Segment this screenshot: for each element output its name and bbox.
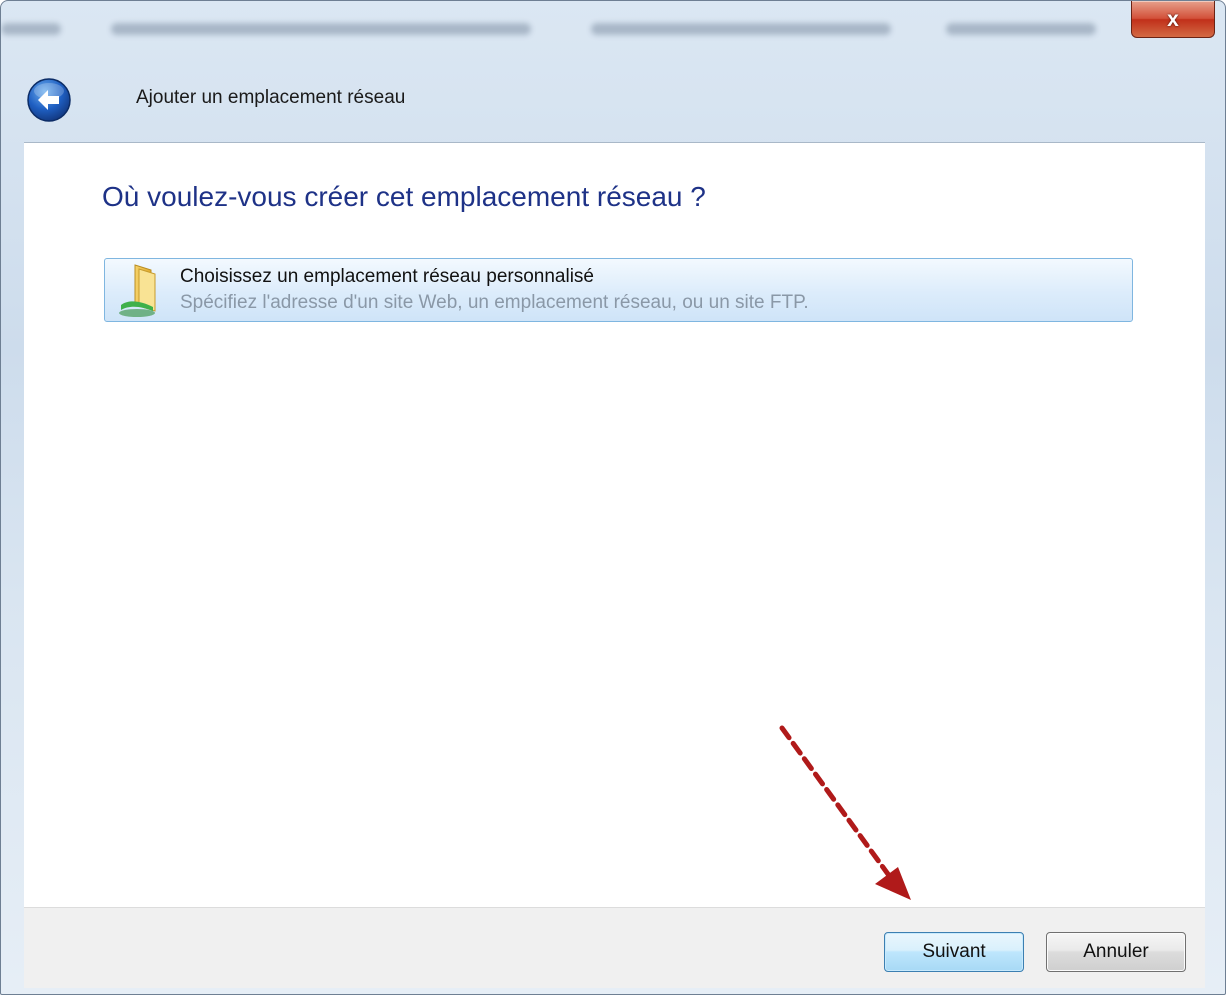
network-folder-icon <box>107 261 167 321</box>
option-description: Spécifiez l'adresse d'un site Web, un em… <box>180 292 809 313</box>
next-button[interactable]: Suivant <box>884 932 1024 972</box>
close-icon: x <box>1167 7 1179 31</box>
content-area: Où voulez-vous créer cet emplacement rés… <box>24 142 1205 908</box>
close-button[interactable]: x <box>1131 1 1215 38</box>
dialog-window: x Ajouter un emplacement réseau Où voule… <box>0 0 1226 995</box>
cancel-button[interactable]: Annuler <box>1046 932 1186 972</box>
back-arrow-icon <box>27 78 71 122</box>
dialog-footer: Suivant Annuler <box>24 907 1205 988</box>
back-button[interactable] <box>26 77 72 123</box>
custom-network-location-option[interactable]: Choisissez un emplacement réseau personn… <box>104 258 1133 322</box>
window-title: Ajouter un emplacement réseau <box>136 87 406 108</box>
page-heading: Où voulez-vous créer cet emplacement rés… <box>102 181 706 212</box>
blurred-background-taskbar <box>1 9 1111 49</box>
option-title: Choisissez un emplacement réseau personn… <box>180 266 595 287</box>
